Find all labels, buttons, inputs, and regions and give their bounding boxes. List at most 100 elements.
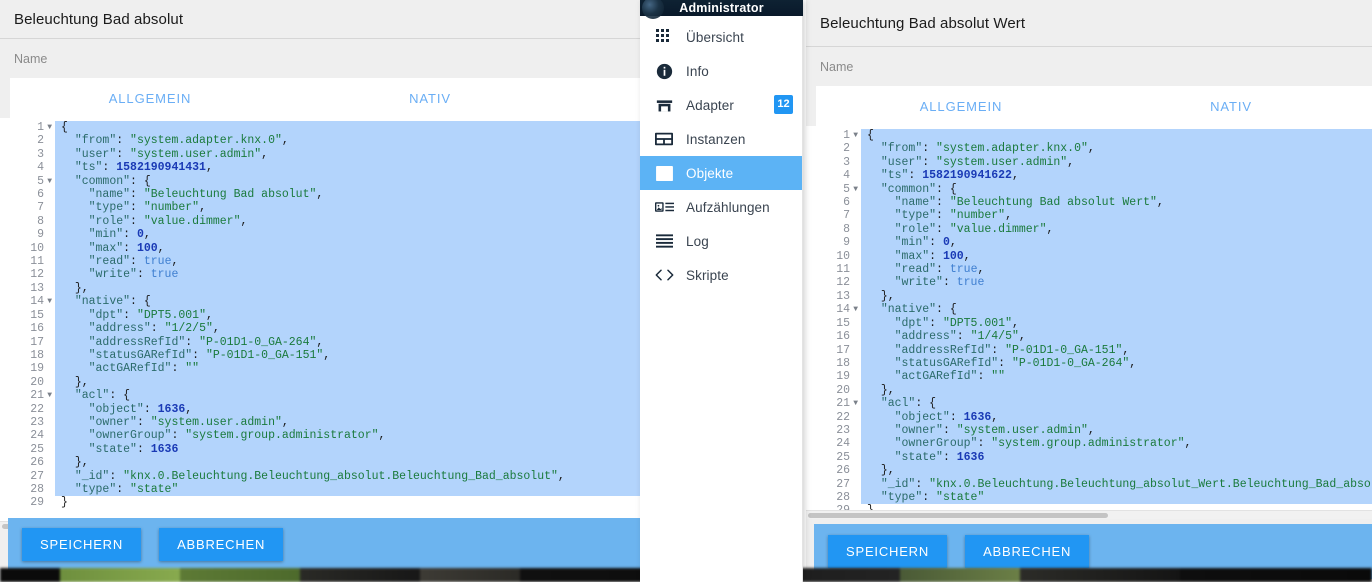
code-line: 5 ▼ "common": { xyxy=(0,174,640,189)
code-line: 20 }, xyxy=(806,383,1372,398)
code-line-text: "owner": "system.user.admin", xyxy=(55,415,640,430)
enumerations-icon xyxy=(654,197,674,217)
code-line: 6 "name": "Beleuchtung Bad absolut Wert"… xyxy=(806,196,1372,210)
fold-toggle-icon[interactable]: ▼ xyxy=(853,183,858,196)
code-area-left[interactable]: 1 ▼{2 "from": "system.adapter.knx.0", 3 "u… xyxy=(0,118,640,510)
save-button-right[interactable]: SPEICHERN xyxy=(828,535,948,568)
sidebar-item-ubersicht[interactable]: Übersicht xyxy=(640,20,803,54)
code-line-text: "max": 100, xyxy=(55,241,640,256)
code-line-text: "_id": "knx.0.Beleuchtung.Beleuchtung_ab… xyxy=(55,469,640,483)
line-number: 4 xyxy=(37,161,44,175)
code-line-text: }, xyxy=(55,456,640,470)
fold-toggle-icon[interactable]: ▼ xyxy=(47,175,52,188)
sidebar-item-objekte[interactable]: Objekte xyxy=(640,156,803,190)
line-number: 4 xyxy=(843,169,850,183)
tab-allgemein-right[interactable]: ALLGEMEIN xyxy=(816,99,1106,114)
sidebar-item-adapter[interactable]: Adapter 12 xyxy=(640,88,803,122)
sidebar-item-skripte[interactable]: Skripte xyxy=(640,258,803,292)
sidebar-item-label: Info xyxy=(686,63,709,79)
fold-toggle-icon[interactable]: ▼ xyxy=(47,121,52,134)
sidebar-item-info[interactable]: Info xyxy=(640,54,803,88)
objects-list-icon xyxy=(654,163,674,183)
name-field-left[interactable]: Name xyxy=(0,39,640,78)
code-line: 28 "type": "state" xyxy=(806,490,1372,505)
code-line: 12 "write": true xyxy=(806,276,1372,290)
sidebar-item-log[interactable]: Log xyxy=(640,224,803,258)
fold-toggle-icon[interactable]: ▼ xyxy=(853,397,858,410)
fold-toggle-icon[interactable]: ▼ xyxy=(853,129,858,142)
code-line-text: }, xyxy=(861,383,1372,398)
code-area-right[interactable]: 1 ▼{2 "from": "system.adapter.knx.0", 3 "u… xyxy=(806,126,1372,518)
log-lines-icon xyxy=(654,231,674,251)
tab-nativ-right[interactable]: NATIV xyxy=(1106,99,1356,114)
code-line: 22 "object": 1636, xyxy=(806,410,1372,424)
sidebar-item-instanzen[interactable]: Instanzen xyxy=(640,122,803,156)
fold-toggle-icon[interactable]: ▼ xyxy=(47,389,52,402)
code-line-text: "dpt": "DPT5.001", xyxy=(55,308,640,323)
code-line-text: "write": true xyxy=(55,268,640,282)
line-number: 18 xyxy=(836,356,850,370)
code-line: 22 "object": 1636, xyxy=(0,402,640,416)
line-number: 24 xyxy=(30,429,44,443)
code-line: 14 ▼ "native": { xyxy=(806,303,1372,317)
line-number: 28 xyxy=(30,482,44,496)
code-line-text: "user": "system.user.admin", xyxy=(861,155,1372,170)
line-number: 10 xyxy=(30,241,44,255)
line-number: 11 xyxy=(836,263,850,277)
code-line-text: } xyxy=(55,496,640,510)
line-number: 19 xyxy=(30,362,44,376)
line-number: 16 xyxy=(30,322,44,336)
code-line: 13 }, xyxy=(806,289,1372,304)
code-line-text: "owner": "system.user.admin", xyxy=(861,423,1372,438)
line-number: 8 xyxy=(843,222,850,236)
code-line: 17 "addressRefId": "P-01D1-0_GA-151", xyxy=(806,343,1372,357)
code-line: 15 "dpt": "DPT5.001", xyxy=(806,316,1372,331)
json-editor-right[interactable]: 1 ▼{2 "from": "system.adapter.knx.0", 3 "u… xyxy=(806,126,1372,519)
line-number: 3 xyxy=(843,155,850,169)
line-number: 1 ▼ xyxy=(843,129,858,142)
code-line: 12 "write": true xyxy=(0,268,640,282)
code-line: 23 "owner": "system.user.admin", xyxy=(806,423,1372,438)
code-line: 26 }, xyxy=(0,456,640,470)
code-line: 3 "user": "system.user.admin", xyxy=(0,147,640,162)
code-line-text: "state": 1636 xyxy=(861,450,1372,465)
code-line-text: "type": "number", xyxy=(861,209,1372,223)
editor-hscrollbar-right[interactable] xyxy=(806,510,1372,519)
cancel-button-left[interactable]: ABBRECHEN xyxy=(159,527,284,561)
line-number: 6 xyxy=(843,196,850,210)
code-line-text: "from": "system.adapter.knx.0", xyxy=(861,142,1372,156)
cancel-button-right[interactable]: ABBRECHEN xyxy=(965,535,1090,568)
save-button-left[interactable]: SPEICHERN xyxy=(22,527,142,561)
hscroll-thumb-right[interactable] xyxy=(808,513,1108,518)
dialog-actions-left: SPEICHERN ABBRECHEN xyxy=(8,518,640,570)
line-number: 6 xyxy=(37,188,44,202)
code-line-text: "role": "value.dimmer", xyxy=(55,214,640,229)
sidebar-item-label: Aufzählungen xyxy=(686,199,770,215)
sidebar-item-label: Log xyxy=(686,233,709,249)
line-number: 21 ▼ xyxy=(30,389,52,403)
line-number: 12 xyxy=(836,276,850,290)
code-line: 10 "max": 100, xyxy=(806,249,1372,264)
tab-allgemein-left[interactable]: ALLGEMEIN xyxy=(10,91,290,106)
code-line-text: "type": "number", xyxy=(55,201,640,215)
code-line: 24 "ownerGroup": "system.group.administr… xyxy=(806,437,1372,451)
code-line-text: "addressRefId": "P-01D1-0_GA-151", xyxy=(861,343,1372,357)
code-line-text: "acl": { xyxy=(861,397,1372,411)
code-line-text: "state": 1636 xyxy=(55,442,640,457)
code-line: 16 "address": "1/2/5", xyxy=(0,322,640,336)
json-editor-left[interactable]: 1 ▼{2 "from": "system.adapter.knx.0", 3 "u… xyxy=(0,118,640,530)
code-line-text: }, xyxy=(861,289,1372,304)
fold-toggle-icon[interactable]: ▼ xyxy=(47,295,52,308)
line-number: 24 xyxy=(836,437,850,451)
sidebar-item-aufzahlungen[interactable]: Aufzählungen xyxy=(640,190,803,224)
name-field-right[interactable]: Name xyxy=(806,47,1372,86)
code-line-text: "ownerGroup": "system.group.administrato… xyxy=(861,437,1372,451)
fold-toggle-icon[interactable]: ▼ xyxy=(853,303,858,316)
code-line: 8 "role": "value.dimmer", xyxy=(0,214,640,229)
tab-nativ-left[interactable]: NATIV xyxy=(290,91,570,106)
code-line: 3 "user": "system.user.admin", xyxy=(806,155,1372,170)
code-line-text: "acl": { xyxy=(55,389,640,403)
line-number: 9 xyxy=(843,236,850,250)
line-number: 23 xyxy=(30,415,44,429)
tabbar-right: ALLGEMEIN NATIV xyxy=(816,86,1372,126)
